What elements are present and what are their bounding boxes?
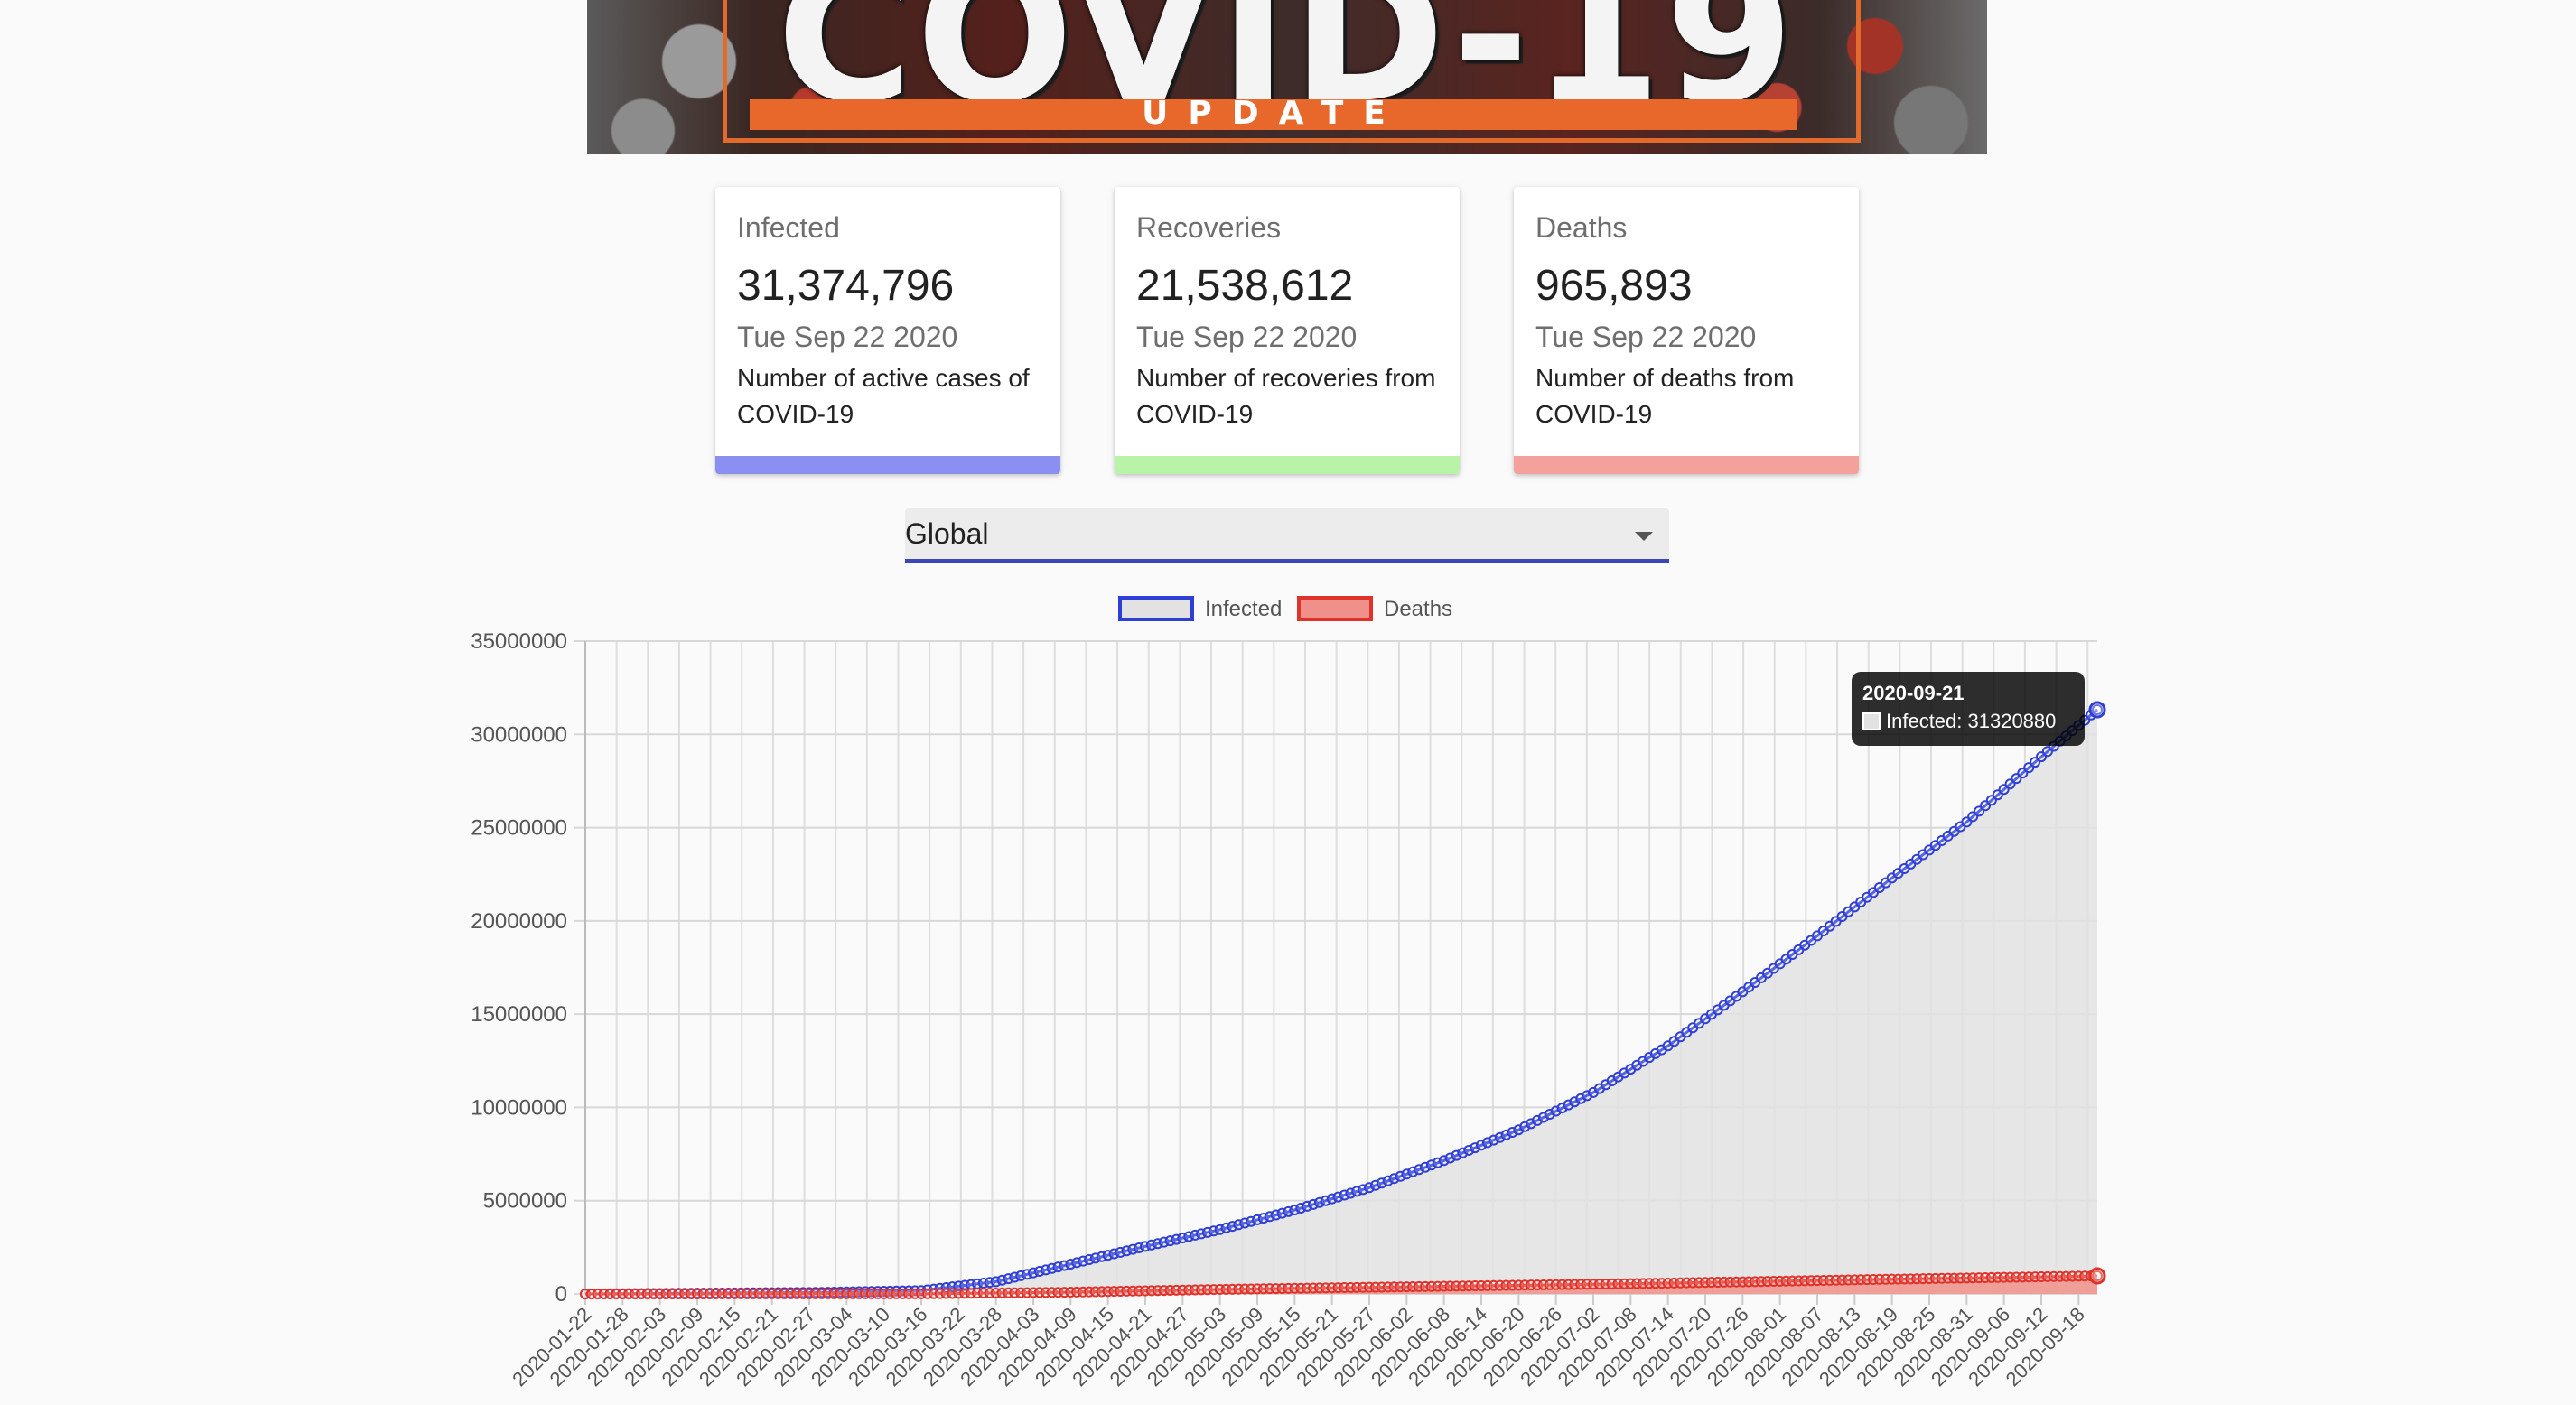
infected-legend-swatch bbox=[1118, 596, 1194, 621]
caret-down-icon[interactable] bbox=[1635, 532, 1653, 541]
deaths-color-strip bbox=[1514, 456, 1859, 474]
cases-chart[interactable]: 0 5000000 10000000 15000000 20000000 25000000… bbox=[0, 578, 2576, 1405]
infected-last-point bbox=[2088, 701, 2106, 719]
deaths-card: Deaths 965,893 Tue Sep 22 2020 Number of… bbox=[1514, 187, 1859, 474]
infected-area bbox=[585, 710, 2097, 1294]
tooltip-text: Infected: 31320880 bbox=[1886, 710, 2057, 732]
country-select-value: Global bbox=[905, 517, 989, 550]
deaths-legend-label: Deaths bbox=[1384, 597, 1452, 621]
y-tick-label: 0 bbox=[555, 1282, 567, 1307]
recoveries-card: Recoveries 21,538,612 Tue Sep 22 2020 Nu… bbox=[1115, 187, 1460, 474]
recoveries-date: Tue Sep 22 2020 bbox=[1136, 321, 1358, 353]
infected-card: Infected 31,374,796 Tue Sep 22 2020 Numb… bbox=[715, 187, 1060, 474]
country-select[interactable]: Global bbox=[905, 508, 1669, 563]
covid-banner: COVID-19 UPDATE bbox=[587, 0, 1987, 154]
recoveries-color-strip bbox=[1115, 456, 1460, 474]
y-tick-label: 10000000 bbox=[471, 1095, 567, 1120]
deaths-description: Number of deaths from COVID-19 bbox=[1535, 364, 1795, 428]
deaths-legend-swatch bbox=[1297, 596, 1373, 621]
infected-date: Tue Sep 22 2020 bbox=[737, 321, 958, 353]
deaths-last-point bbox=[2088, 1267, 2106, 1285]
recoveries-value: 21,538,612 bbox=[1136, 262, 1354, 310]
infected-color-strip bbox=[715, 456, 1060, 474]
infected-legend-label: Infected bbox=[1205, 597, 1282, 621]
y-tick-label: 25000000 bbox=[471, 816, 567, 841]
infected-description: Number of active cases of COVID-19 bbox=[737, 364, 1030, 428]
infected-label: Infected bbox=[737, 211, 840, 244]
y-tick-label: 5000000 bbox=[483, 1189, 567, 1214]
deaths-date: Tue Sep 22 2020 bbox=[1535, 321, 1757, 353]
banner-subtitle: UPDATE bbox=[1142, 95, 1405, 132]
y-tick-label: 15000000 bbox=[471, 1002, 567, 1027]
deaths-value: 965,893 bbox=[1535, 262, 1693, 310]
y-tick-label: 30000000 bbox=[471, 722, 567, 747]
recoveries-description: Number of recoveries from COVID-19 bbox=[1136, 364, 1436, 428]
chart-tooltip: 2020-09-21 Infected: 31320880 bbox=[1852, 672, 2085, 746]
y-tick-label: 20000000 bbox=[471, 909, 567, 934]
tooltip-swatch bbox=[1862, 712, 1881, 730]
infected-value: 31,374,796 bbox=[737, 262, 955, 310]
y-tick-label: 35000000 bbox=[471, 629, 567, 654]
tooltip-title: 2020-09-21 bbox=[1862, 682, 1965, 704]
recoveries-label: Recoveries bbox=[1136, 211, 1282, 244]
deaths-label: Deaths bbox=[1535, 211, 1628, 244]
